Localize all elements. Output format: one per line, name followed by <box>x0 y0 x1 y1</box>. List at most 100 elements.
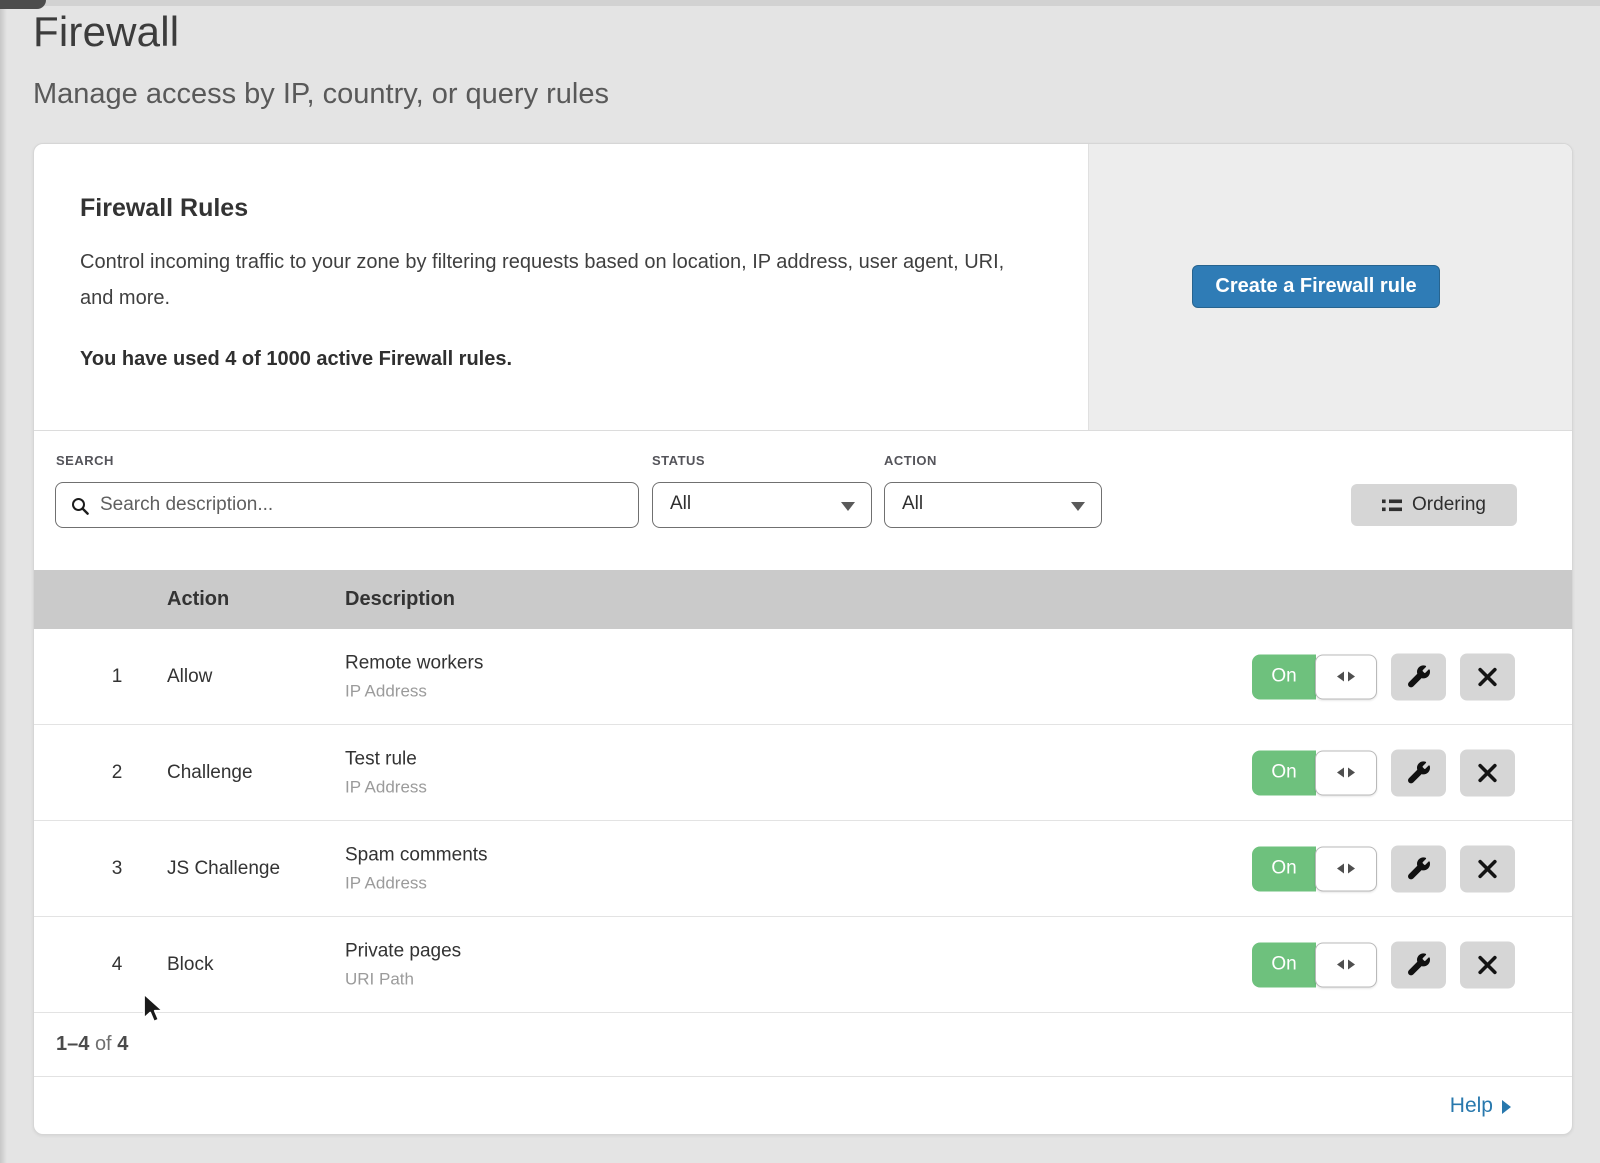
toggle-handle[interactable] <box>1315 750 1377 795</box>
delete-rule-button[interactable] <box>1460 749 1515 796</box>
rule-action: Allow <box>167 666 212 688</box>
table-row: 1 Allow Remote workers IP Address On <box>34 629 1572 725</box>
delete-rule-button[interactable] <box>1460 653 1515 700</box>
firewall-rules-card: Firewall Rules Control incoming traffic … <box>33 143 1573 1135</box>
create-rule-panel: Create a Firewall rule <box>1088 144 1572 430</box>
wrench-icon <box>1407 857 1431 881</box>
rule-enabled-toggle[interactable]: On <box>1252 750 1377 795</box>
rule-description: Spam comments <box>345 844 488 866</box>
right-arrow-icon <box>1348 864 1355 874</box>
close-icon <box>1477 666 1498 687</box>
rule-enabled-toggle[interactable]: On <box>1252 654 1377 699</box>
window-top-edge <box>0 0 1600 6</box>
page-subtitle: Manage access by IP, country, or query r… <box>33 78 609 111</box>
action-select[interactable]: All <box>884 482 1102 528</box>
edit-rule-button[interactable] <box>1391 941 1446 988</box>
search-icon <box>70 496 90 516</box>
rules-table-body: 1 Allow Remote workers IP Address On <box>34 629 1572 1013</box>
action-select-value: All <box>902 493 923 515</box>
pagination-total: 4 <box>117 1033 128 1055</box>
search-input[interactable] <box>100 494 638 516</box>
filters-bar: SEARCH STATUS All ACTION All Orde <box>34 431 1572 570</box>
rule-description-cell: Test rule IP Address <box>345 748 427 797</box>
toggle-handle[interactable] <box>1315 846 1377 891</box>
left-arrow-icon <box>1337 960 1344 970</box>
rule-controls: On <box>1252 941 1515 988</box>
toggle-on-label: On <box>1252 846 1316 891</box>
rule-controls: On <box>1252 653 1515 700</box>
list-icon <box>1382 499 1402 512</box>
intro-text-block: Firewall Rules Control incoming traffic … <box>80 144 1090 371</box>
section-heading: Firewall Rules <box>80 194 1090 223</box>
rule-match-type: IP Address <box>345 873 488 893</box>
table-row: 4 Block Private pages URI Path On <box>34 917 1572 1013</box>
toggle-handle[interactable] <box>1315 942 1377 987</box>
right-triangle-icon <box>1502 1100 1511 1114</box>
edit-rule-button[interactable] <box>1391 749 1446 796</box>
close-icon <box>1477 762 1498 783</box>
pagination-summary: 1–4 of 4 <box>34 1013 1572 1076</box>
wrench-icon <box>1407 953 1431 977</box>
rule-match-type: IP Address <box>345 777 427 797</box>
rule-enabled-toggle[interactable]: On <box>1252 846 1377 891</box>
section-description: Control incoming traffic to your zone by… <box>80 244 1025 316</box>
firewall-rules-intro-section: Firewall Rules Control incoming traffic … <box>34 144 1572 431</box>
pagination-of: of <box>95 1033 112 1055</box>
window-left-edge <box>0 0 7 1163</box>
edit-rule-button[interactable] <box>1391 845 1446 892</box>
right-arrow-icon <box>1348 672 1355 682</box>
rule-action: Challenge <box>167 762 253 784</box>
edit-rule-button[interactable] <box>1391 653 1446 700</box>
action-label: ACTION <box>884 453 937 468</box>
rule-description-cell: Spam comments IP Address <box>345 844 488 893</box>
rule-description: Remote workers <box>345 652 483 674</box>
wrench-icon <box>1407 761 1431 785</box>
usage-summary: You have used 4 of 1000 active Firewall … <box>80 348 1090 371</box>
wrench-icon <box>1407 665 1431 689</box>
rule-match-type: IP Address <box>345 681 483 701</box>
chevron-down-icon <box>1071 502 1085 511</box>
pagination-text: 1–4 of 4 <box>56 1013 128 1076</box>
rule-priority: 3 <box>104 858 130 880</box>
column-header-action: Action <box>167 570 229 629</box>
ordering-button[interactable]: Ordering <box>1351 484 1517 526</box>
rule-priority: 1 <box>104 666 130 688</box>
rule-controls: On <box>1252 749 1515 796</box>
search-label: SEARCH <box>56 453 114 468</box>
right-arrow-icon <box>1348 960 1355 970</box>
rule-enabled-toggle[interactable]: On <box>1252 942 1377 987</box>
rule-description: Private pages <box>345 940 461 962</box>
table-header-row: Action Description <box>34 570 1572 629</box>
status-label: STATUS <box>652 453 705 468</box>
rule-controls: On <box>1252 845 1515 892</box>
delete-rule-button[interactable] <box>1460 941 1515 988</box>
rule-action: Block <box>167 954 213 976</box>
close-icon <box>1477 954 1498 975</box>
rule-priority: 4 <box>104 954 130 976</box>
rule-description-cell: Private pages URI Path <box>345 940 461 989</box>
left-arrow-icon <box>1337 864 1344 874</box>
status-select[interactable]: All <box>652 482 872 528</box>
rule-description-cell: Remote workers IP Address <box>345 652 483 701</box>
toggle-on-label: On <box>1252 942 1316 987</box>
left-arrow-icon <box>1337 672 1344 682</box>
toggle-on-label: On <box>1252 654 1316 699</box>
rule-match-type: URI Path <box>345 969 461 989</box>
search-box <box>55 482 639 528</box>
right-arrow-icon <box>1348 768 1355 778</box>
help-link-label: Help <box>1450 1077 1493 1135</box>
help-row: Help <box>34 1076 1572 1136</box>
close-icon <box>1477 858 1498 879</box>
status-select-value: All <box>670 493 691 515</box>
delete-rule-button[interactable] <box>1460 845 1515 892</box>
table-row: 3 JS Challenge Spam comments IP Address … <box>34 821 1572 917</box>
create-firewall-rule-button[interactable]: Create a Firewall rule <box>1192 265 1440 308</box>
chevron-down-icon <box>841 502 855 511</box>
ordering-button-label: Ordering <box>1412 494 1486 516</box>
page-title: Firewall <box>33 8 179 56</box>
help-link[interactable]: Help <box>1450 1077 1511 1135</box>
rule-priority: 2 <box>104 762 130 784</box>
left-arrow-icon <box>1337 768 1344 778</box>
pagination-range: 1–4 <box>56 1033 89 1055</box>
toggle-handle[interactable] <box>1315 654 1377 699</box>
